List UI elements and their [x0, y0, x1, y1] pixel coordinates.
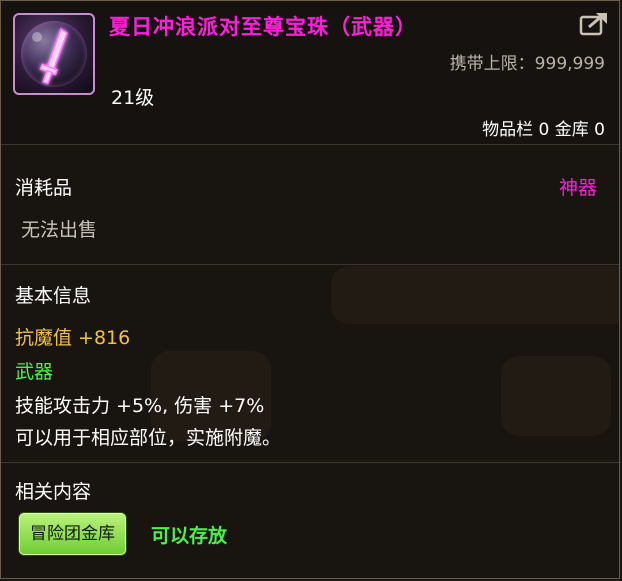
item-name: 夏日冲浪派对至尊宝珠（武器） — [109, 15, 417, 39]
share-icon[interactable] — [579, 11, 609, 37]
usage-text: 可以用于相应部位，实施附魔。 — [15, 427, 282, 449]
adventure-storage-button[interactable]: 冒险团金库 — [19, 513, 126, 555]
sword-glyph-icon — [32, 27, 68, 85]
basic-info-section: 基本信息 抗魔值 +816 武器 技能攻击力 +5%, 伤害 +7% 可以用于相… — [1, 265, 619, 463]
equip-slot: 武器 — [15, 361, 54, 383]
purple-sword-orb-icon — [13, 13, 95, 95]
carry-limit: 携带上限：999,999 — [449, 54, 605, 74]
item-type: 消耗品 — [15, 177, 73, 199]
effect-text: 技能攻击力 +5%, 伤害 +7% — [15, 395, 265, 417]
item-level: 21级 — [111, 87, 155, 109]
related-section: 相关内容 冒险团金库 可以存放 — [1, 463, 619, 578]
item-grade: 神器 — [558, 177, 597, 199]
item-tooltip: 夏日冲浪派对至尊宝珠（武器） 携带上限：999,999 21级 物品栏 0 金库… — [0, 0, 620, 579]
consumable-section: 消耗品 神器 无法出售 — [1, 145, 619, 265]
basic-info-title: 基本信息 — [15, 285, 92, 307]
inventory-count: 物品栏 0 金库 0 — [482, 120, 605, 140]
storage-status: 可以存放 — [151, 525, 228, 547]
sell-status: 无法出售 — [21, 219, 98, 241]
related-title: 相关内容 — [15, 481, 92, 503]
magic-resist-stat: 抗魔值 +816 — [15, 327, 131, 349]
tooltip-header: 夏日冲浪派对至尊宝珠（武器） 携带上限：999,999 21级 物品栏 0 金库… — [1, 1, 619, 145]
